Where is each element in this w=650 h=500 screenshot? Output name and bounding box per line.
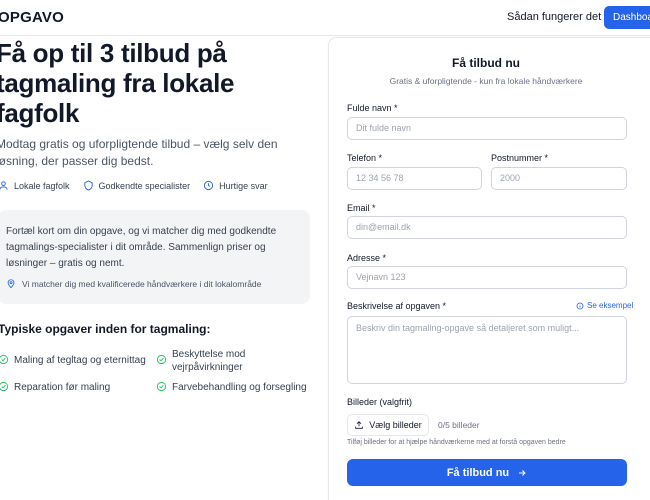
task-label: Farvebehandling og forsegling [172, 382, 307, 393]
form-title: Få tilbud nu [452, 56, 520, 70]
arrow-right-icon [519, 469, 526, 476]
check-circle-icon [0, 381, 9, 392]
choose-images-label: Vælg billeder [369, 420, 422, 430]
info-icon [576, 302, 584, 309]
user-icon [0, 181, 8, 190]
task-item: Beskyttelse mod vejrpåvirkninger [156, 348, 296, 374]
form-subtitle: Gratis & uforpligtende - kun fra lokale … [389, 76, 583, 86]
feature-label: Lokale fagfolk [14, 180, 70, 191]
map-pin-icon [7, 279, 15, 289]
clock-icon [204, 180, 214, 191]
how-it-works-link[interactable]: Sådan fungerer det [507, 11, 601, 23]
submit-label: Få tilbud nu [446, 466, 510, 479]
email-label: Email * [347, 203, 376, 213]
images-hint: Tilføj billeder for at hjælpe håndværker… [347, 439, 566, 446]
location-note-text: Vi matcher dig med kvalificerede håndvær… [22, 278, 262, 289]
see-example-label: Se eksempel [587, 301, 634, 310]
postal-input[interactable]: 2000 [491, 167, 627, 190]
name-input[interactable]: Dit fulde navn [347, 117, 627, 140]
description-label: Beskrivelse af opgaven * [347, 301, 447, 311]
email-input[interactable]: din@email.dk [347, 216, 627, 239]
postal-label: Postnummer * [491, 153, 549, 163]
feature-local: Lokale fagfolk [0, 180, 70, 191]
feature-approved: Godkendte specialister [83, 180, 191, 191]
top-header: OPGAVO Sådan fungerer det Dashboard [0, 0, 650, 36]
check-circle-icon [0, 354, 9, 365]
task-item: Maling af tegltag og eternittag [0, 354, 146, 367]
check-circle-icon [156, 354, 167, 365]
info-text: Fortæl kort om din opgave, og vi matcher… [6, 226, 277, 269]
hero-subtitle: Modtag gratis og uforpligtende tilbud – … [0, 137, 278, 168]
task-label: Maling af tegltag og eternittag [14, 355, 146, 366]
upload-icon [355, 421, 363, 429]
shield-icon [83, 180, 93, 191]
description-textarea[interactable]: Beskriv din tagmaling-opgave så detaljer… [347, 316, 627, 384]
tasks-heading: Typiske opgaver inden for tagmaling: [0, 322, 211, 336]
images-label: Billeder (valgfrit) [347, 397, 413, 407]
feature-label: Godkendte specialister [98, 180, 191, 191]
phone-label: Telefon * [347, 153, 383, 163]
task-item: Farvebehandling og forsegling [156, 381, 307, 394]
location-note: Vi matcher dig med kvalificerede håndvær… [6, 278, 261, 289]
feature-fast: Hurtige svar [203, 180, 268, 191]
page-title: Få op til 3 tilbud på tagmaling fra loka… [0, 38, 235, 128]
name-label: Fulde navn * [347, 103, 398, 113]
task-item: Reparation før maling [0, 381, 110, 394]
submit-button[interactable]: Få tilbud nu [347, 459, 627, 486]
see-example-link[interactable]: Se eksempel [576, 301, 633, 310]
address-input[interactable]: Vejnavn 123 [347, 266, 627, 289]
dashboard-button[interactable]: Dashboard [604, 6, 650, 29]
feature-label: Hurtige svar [219, 180, 268, 191]
choose-images-button[interactable]: Vælg billeder [347, 414, 429, 436]
feature-list: Lokale fagfolk Godkendte specialister Hu… [0, 180, 281, 191]
task-label: Beskyttelse mod vejrpåvirkninger [172, 349, 246, 373]
check-circle-icon [156, 381, 167, 392]
info-box: Fortæl kort om din opgave, og vi matcher… [0, 210, 310, 304]
task-label: Reparation før maling [14, 382, 111, 393]
address-label: Adresse * [347, 253, 387, 263]
image-count: 0/5 billeder [438, 420, 480, 430]
logo[interactable]: OPGAVO [0, 9, 64, 26]
phone-input[interactable]: 12 34 56 78 [347, 167, 482, 190]
